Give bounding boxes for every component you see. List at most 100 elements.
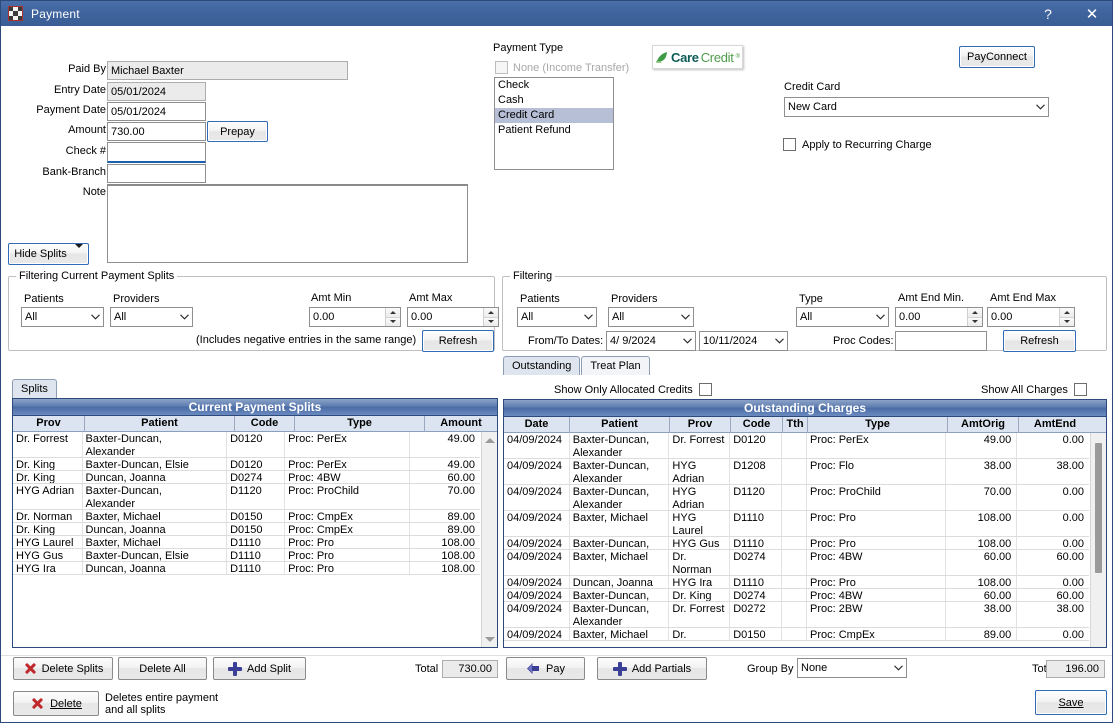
credit-card-select[interactable]: New Card — [784, 97, 1049, 117]
show-all-charges-checkbox[interactable] — [1074, 383, 1087, 396]
charges-amt-end-min-stepper[interactable]: 0.00 — [895, 307, 983, 327]
table-row[interactable]: 04/09/2024 Baxter-Duncan, Alexander Dr. … — [504, 433, 1089, 459]
stepper-down-icon[interactable] — [386, 318, 400, 327]
chevron-down-icon[interactable] — [771, 338, 787, 344]
note-field[interactable] — [107, 184, 468, 263]
close-button[interactable]: ✕ — [1070, 1, 1113, 26]
chevron-down-icon[interactable] — [890, 665, 906, 671]
table-row[interactable]: HYG Adrian Baxter-Duncan, Alexander D112… — [13, 484, 480, 510]
splits-patients-select[interactable]: All — [21, 307, 104, 327]
charges-refresh-button[interactable]: Refresh — [1003, 330, 1076, 352]
date-from-select[interactable]: 4/ 9/2024 — [606, 331, 696, 351]
amount-field[interactable]: 730.00 — [107, 122, 206, 141]
none-income-transfer-row[interactable]: None (Income Transfer) — [495, 61, 629, 74]
table-row[interactable]: 04/09/2024 Duncan, Joanna HYG Ira D1110 … — [504, 576, 1089, 589]
tab-treat-plan[interactable]: Treat Plan — [581, 356, 649, 375]
payment-type-option-patient-refund[interactable]: Patient Refund — [495, 123, 613, 138]
bank-branch-field[interactable] — [107, 164, 206, 183]
table-row[interactable]: 04/09/2024 Baxter-Duncan, Alexander Dr. … — [504, 602, 1089, 628]
col-date[interactable]: Date — [504, 417, 570, 433]
table-row[interactable]: Dr. King Baxter-Duncan, Elsie D0120 Proc… — [13, 458, 480, 471]
delete-all-button[interactable]: Delete All — [118, 657, 207, 680]
chevron-down-icon[interactable] — [677, 314, 693, 320]
col-type[interactable]: Type — [295, 416, 425, 432]
table-row[interactable]: 04/09/2024 Baxter-Duncan, Elsie Dr. King… — [504, 589, 1089, 602]
col-type[interactable]: Type — [808, 417, 948, 433]
splits-amt-max-stepper[interactable]: 0.00 — [407, 307, 499, 327]
stepper-buttons[interactable] — [385, 308, 400, 326]
table-row[interactable]: 04/09/2024 Baxter, Michael Dr. Norman D0… — [504, 550, 1089, 576]
delete-splits-button[interactable]: Delete Splits — [13, 657, 113, 680]
payment-type-option-cash[interactable]: Cash — [495, 93, 613, 108]
payment-type-option-credit-card[interactable]: Credit Card — [495, 108, 613, 123]
stepper-up-icon[interactable] — [968, 308, 982, 318]
col-prov[interactable]: Prov — [13, 416, 85, 432]
splits-refresh-button[interactable]: Refresh — [422, 330, 494, 352]
charges-type-select[interactable]: All — [796, 307, 889, 327]
charges-patients-select[interactable]: All — [517, 307, 597, 327]
stepper-buttons[interactable] — [483, 308, 498, 326]
splits-providers-select[interactable]: All — [110, 307, 193, 327]
group-by-select[interactable]: None — [797, 658, 907, 678]
proc-codes-field[interactable] — [895, 331, 987, 351]
col-amtorig[interactable]: AmtOrig — [948, 417, 1019, 433]
stepper-up-icon[interactable] — [1060, 308, 1074, 318]
payment-type-listbox[interactable]: Check Cash Credit Card Patient Refund — [494, 77, 614, 170]
chevron-down-icon[interactable] — [872, 314, 888, 320]
chevron-down-icon[interactable] — [1032, 104, 1048, 110]
table-row[interactable]: 04/09/2024 Baxter-Duncan, Elsie HYG Gus … — [504, 537, 1089, 550]
tab-outstanding[interactable]: Outstanding — [503, 356, 580, 375]
scrollbar-thumb[interactable] — [1095, 443, 1102, 573]
hide-splits-button[interactable]: Hide Splits — [8, 243, 89, 265]
chevron-down-icon[interactable] — [679, 338, 695, 344]
payment-type-option-check[interactable]: Check — [495, 78, 613, 93]
show-allocated-credits-row[interactable]: Show Only Allocated Credits — [554, 383, 712, 396]
charges-providers-select[interactable]: All — [608, 307, 694, 327]
payconnect-button[interactable]: PayConnect — [959, 46, 1035, 68]
paid-by-field[interactable]: Michael Baxter — [107, 61, 348, 80]
table-row[interactable]: HYG Gus Baxter-Duncan, Elsie D1110 Proc:… — [13, 549, 480, 562]
splits-amt-min-value[interactable]: 0.00 — [310, 311, 385, 323]
col-prov[interactable]: Prov — [670, 417, 731, 433]
splits-grid-scrollbar[interactable] — [481, 432, 497, 647]
col-code[interactable]: Code — [235, 416, 295, 432]
payment-date-field[interactable]: 05/01/2024 — [107, 102, 206, 121]
table-row[interactable]: HYG Ira Duncan, Joanna D1110 Proc: Pro 1… — [13, 562, 480, 575]
table-row[interactable]: 04/09/2024 Baxter-Duncan, Alexander HYG … — [504, 459, 1089, 485]
col-patient[interactable]: Patient — [85, 416, 235, 432]
charges-grid-scrollbar[interactable] — [1090, 433, 1106, 647]
apply-recurring-checkbox[interactable] — [783, 138, 796, 151]
add-partials-button[interactable]: Add Partials — [597, 657, 707, 680]
scroll-down-icon[interactable] — [482, 631, 497, 647]
none-income-transfer-checkbox[interactable] — [495, 61, 508, 74]
stepper-buttons[interactable] — [1059, 308, 1074, 326]
splits-amt-min-stepper[interactable]: 0.00 — [309, 307, 401, 327]
charges-amt-end-max-stepper[interactable]: 0.00 — [987, 307, 1075, 327]
splits-amt-max-value[interactable]: 0.00 — [408, 311, 483, 323]
table-row[interactable]: Dr. Forrest Baxter-Duncan, Alexander D01… — [13, 432, 480, 458]
delete-payment-button[interactable]: Delete — [13, 691, 99, 716]
charges-amt-end-min-value[interactable]: 0.00 — [896, 311, 967, 323]
apply-recurring-row[interactable]: Apply to Recurring Charge — [783, 138, 932, 151]
chevron-down-icon[interactable] — [87, 314, 103, 320]
stepper-up-icon[interactable] — [386, 308, 400, 318]
show-allocated-credits-checkbox[interactable] — [699, 383, 712, 396]
tab-splits[interactable]: Splits — [12, 379, 57, 398]
stepper-up-icon[interactable] — [484, 308, 498, 318]
table-row[interactable]: Dr. King Duncan, Joanna D0150 Proc: CmpE… — [13, 523, 480, 536]
show-all-charges-row[interactable]: Show All Charges — [981, 383, 1087, 396]
check-number-field[interactable] — [107, 142, 206, 163]
save-button[interactable]: Save — [1035, 690, 1107, 715]
carecredit-logo[interactable]: Care Credit ® — [652, 45, 743, 69]
pay-button[interactable]: Pay — [506, 657, 585, 680]
stepper-buttons[interactable] — [967, 308, 982, 326]
table-row[interactable]: 04/09/2024 Baxter, Michael HYG Laurel D1… — [504, 511, 1089, 537]
chevron-down-icon[interactable] — [176, 314, 192, 320]
add-split-button[interactable]: Add Split — [213, 657, 306, 680]
table-row[interactable]: Dr. King Duncan, Joanna D0274 Proc: 4BW … — [13, 471, 480, 484]
date-to-select[interactable]: 10/11/2024 — [699, 331, 788, 351]
table-row[interactable]: Dr. Norman Baxter, Michael D0150 Proc: C… — [13, 510, 480, 523]
chevron-down-icon[interactable] — [580, 314, 596, 320]
stepper-down-icon[interactable] — [484, 318, 498, 327]
col-patient[interactable]: Patient — [570, 417, 670, 433]
